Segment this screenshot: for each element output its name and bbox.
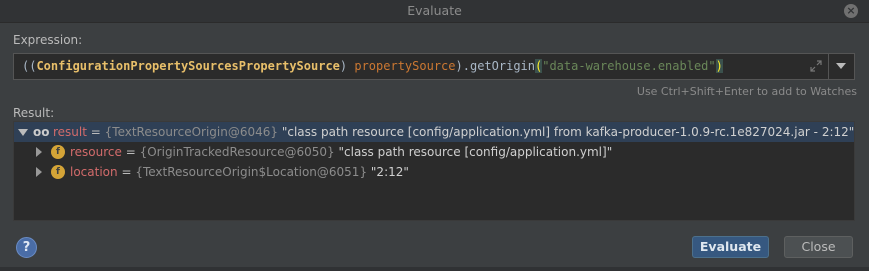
expression-text[interactable]: ((ConfigurationPropertySourcesPropertySo… xyxy=(22,59,723,73)
close-icon[interactable]: × xyxy=(844,4,858,18)
tree-row-result[interactable]: oo result = {TextResourceOrigin@6046} "c… xyxy=(14,122,854,142)
equals-sign: = xyxy=(121,145,140,159)
expr-token-class: ConfigurationPropertySourcesPropertySour… xyxy=(36,59,340,73)
equals-sign: = xyxy=(117,165,136,179)
variable-type: {TextResourceOrigin@6046} xyxy=(104,125,279,139)
expr-token-method: ).getOrigin xyxy=(455,59,535,73)
variable-name: result xyxy=(53,125,87,139)
expand-triangle-icon[interactable] xyxy=(36,147,42,157)
window-title: Evaluate xyxy=(407,3,462,18)
variable-type: {OriginTrackedResource@6050} xyxy=(139,145,335,159)
variable-value: "2:12" xyxy=(367,165,409,179)
variable-type: {TextResourceOrigin$Location@6051} xyxy=(135,165,368,179)
field-icon: f xyxy=(51,165,65,179)
collapse-triangle-icon[interactable] xyxy=(18,129,28,136)
evaluate-button[interactable]: Evaluate xyxy=(692,236,769,258)
variable-name: location xyxy=(70,165,118,179)
expression-label: Expression: xyxy=(13,33,83,47)
expr-token-close: ) xyxy=(339,59,348,73)
chevron-down-icon[interactable] xyxy=(836,63,846,69)
result-label: Result: xyxy=(13,106,55,120)
dropdown-divider xyxy=(828,54,829,79)
equals-sign: = xyxy=(86,125,105,139)
expand-triangle-icon[interactable] xyxy=(36,167,42,177)
help-button[interactable]: ? xyxy=(16,237,37,258)
expr-token-open: (( xyxy=(22,59,37,73)
watch-glasses-icon: oo xyxy=(33,125,50,139)
title-bar: Evaluate × xyxy=(0,0,869,23)
field-icon: f xyxy=(51,145,65,159)
close-button[interactable]: Close xyxy=(784,236,853,258)
variable-name: resource xyxy=(70,145,122,159)
variable-value: "class path resource [config/application… xyxy=(278,125,855,139)
tree-row-location[interactable]: f location = {TextResourceOrigin$Locatio… xyxy=(14,162,854,182)
expression-input[interactable]: ((ConfigurationPropertySourcesPropertySo… xyxy=(13,53,855,80)
bottom-edge xyxy=(0,267,869,271)
expand-icon[interactable] xyxy=(810,60,822,72)
expr-token-paren-close: ) xyxy=(715,59,723,73)
result-tree[interactable]: oo result = {TextResourceOrigin@6046} "c… xyxy=(13,121,855,221)
watches-hint: Use Ctrl+Shift+Enter to add to Watches xyxy=(636,85,857,98)
expr-token-string: "data-warehouse.enabled" xyxy=(542,59,716,73)
variable-value: "class path resource [config/application… xyxy=(334,145,613,159)
tree-row-resource[interactable]: f resource = {OriginTrackedResource@6050… xyxy=(14,142,854,162)
expr-token-variable: propertySource xyxy=(354,59,456,73)
